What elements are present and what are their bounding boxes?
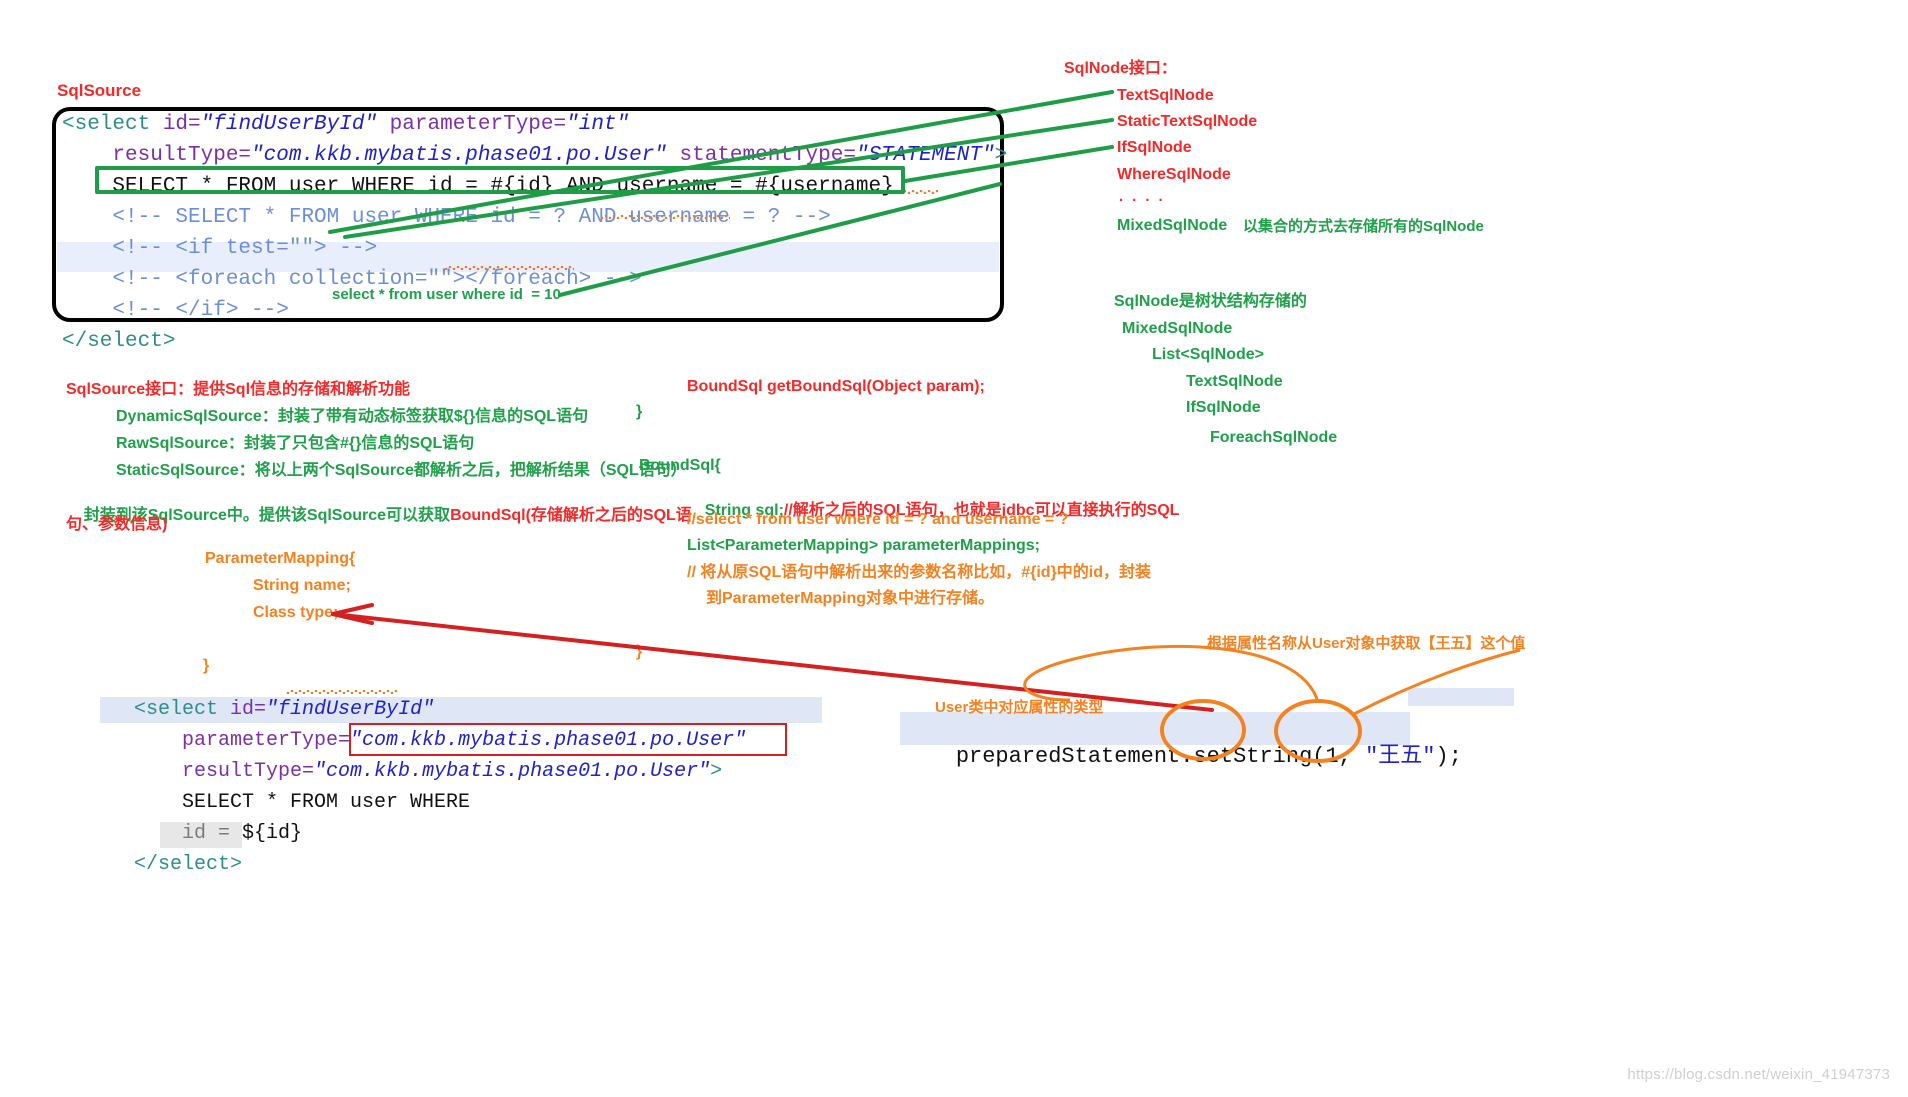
select-word-selection <box>160 822 242 848</box>
mixed-sqlnode-note: 以集合的方式去存储所有的SqlNode <box>1243 218 1484 235</box>
code-token: SELECT * FROM user WHERE id = #{id} AND … <box>62 175 894 198</box>
red-arrowhead <box>331 603 374 625</box>
tree-item-foreachsqlnode: ForeachSqlNode <box>1210 429 1338 446</box>
tree-item-textsqlnode: TextSqlNode <box>1186 373 1283 390</box>
sqlnode-item-ifsqlnode: IfSqlNode <box>1117 139 1192 156</box>
get-bound-sql-signature: BoundSql getBoundSql(Object param); <box>687 378 985 395</box>
code-token: parameterType= <box>377 113 567 136</box>
tree-item-list-sqlnode: List<SqlNode> <box>1152 346 1265 363</box>
sqlnode-tree-note: SqlNode是树状结构存储的 <box>1114 293 1307 310</box>
code-line: </select> <box>62 329 1007 360</box>
code-line: <select id="findUserById" parameterType=… <box>62 112 1007 143</box>
code-token: statementType= <box>666 144 856 167</box>
sqlnode-item-textsqlnode: TextSqlNode <box>1117 87 1214 104</box>
user-type-note: User类中对应属性的类型 <box>935 699 1104 716</box>
sqlnode-item-wheresqlnode: WhereSqlNode <box>1117 166 1231 183</box>
code-token: "int" <box>566 113 630 136</box>
preparedstatement-mid: (1, <box>1312 744 1366 770</box>
code-token: "com.kkb.mybatis.phase01.po.User" <box>251 144 667 167</box>
inline-green-note: select * from user where id = 10 <box>332 286 561 303</box>
boundsql-open-brace: BoundSql{ <box>639 457 721 474</box>
dynamic-sqlsource-note: DynamicSqlSource：封装了带有动态标签获取${}信息的SQL语句 <box>116 408 589 425</box>
parametermapping-field-name: String name; <box>253 577 351 594</box>
get-value-note: 根据属性名称从User对象中获取【王五】这个值 <box>1207 635 1526 652</box>
parametermapping-close: } <box>203 657 210 674</box>
code-token: > <box>994 144 1008 167</box>
boundsql-sample-sql-comment: //select * from user where id = ? and us… <box>687 511 1069 528</box>
raw-sqlsource-note: RawSqlSource：封装了只包含#{}信息的SQL语句 <box>116 435 475 452</box>
spellcheck-squiggle <box>559 190 735 194</box>
code-token: SELECT * FROM user WHERE <box>110 791 471 814</box>
code-line: resultType="com.kkb.mybatis.phase01.po.U… <box>62 143 1007 174</box>
diagram-canvas: SqlSource <select id="findUserById" para… <box>0 0 1908 1097</box>
boundsql-parammappings-comment-1: // 将从原SQL语句中解析出来的参数名称比如，#{id}中的id，封装 <box>687 564 1152 581</box>
preparedstatement-prefix: preparedStatement.set <box>955 744 1234 770</box>
code-token: </select> <box>110 853 243 876</box>
tree-item-mixedsqlnode: MixedSqlNode <box>1122 320 1233 337</box>
code-token: resultType= <box>62 144 252 167</box>
watermark: https://blog.csdn.net/weixin_41947373 <box>1627 1066 1890 1083</box>
orange-curve-to-get-value-note <box>1023 644 1320 703</box>
code-token: "findUserById" <box>266 698 435 721</box>
code-token: parameterType= <box>110 729 351 752</box>
code-token: <select <box>62 113 163 136</box>
code-token: > <box>710 760 723 783</box>
spellcheck-squiggle <box>600 215 730 219</box>
boundsql-parammappings-comment-2: 到ParameterMapping对象中进行存储。 <box>706 590 995 607</box>
preparedstatement-method: String <box>1233 744 1313 770</box>
code-line: SELECT * FROM user WHERE <box>110 791 746 822</box>
parametertype-highlight-box <box>349 723 787 756</box>
preparedstatement-value: "王五" <box>1365 744 1436 770</box>
parametermapping-field-type: Class type; <box>253 604 339 621</box>
preparedstatement-line: preparedStatement.setString(1, "王五"); <box>903 716 1462 798</box>
mixed-sqlnode-label: MixedSqlNode <box>1117 217 1228 234</box>
parametermapping-open: ParameterMapping{ <box>205 550 356 567</box>
code-token: "com.kkb.mybatis.phase01.po.User" <box>314 760 711 783</box>
sqlsource-interface-note: SqlSource接口：提供Sql信息的存储和解析功能 <box>66 381 411 398</box>
tree-item-ifsqlnode: IfSqlNode <box>1186 399 1261 416</box>
sql-source-label: SqlSource <box>57 81 142 100</box>
code-line: <!-- SELECT * FROM user WHERE id = ? AND… <box>62 205 1007 236</box>
red-arrow-classtype-to-setstring <box>331 612 1214 712</box>
spellcheck-squiggle <box>787 190 938 194</box>
sqlsource-close-brace: } <box>636 403 643 420</box>
code-token: <!-- </if> --> <box>62 299 289 322</box>
preparedstatement-suffix: ); <box>1435 744 1462 770</box>
code-token: </select> <box>62 330 176 353</box>
sqlnode-item-statictextsqlnode: StaticTextSqlNode <box>1117 113 1258 130</box>
static-sqlsource-note-line3: 句、参数信息) <box>66 516 168 533</box>
code-token: <!-- <if test=""> --> <box>62 237 378 260</box>
code-line: <!-- <if test=""> --> <box>62 236 1007 267</box>
sqlnode-interface-title: SqlNode接口： <box>1064 60 1177 77</box>
code-token: <select <box>110 698 231 721</box>
top-code-block: <select id="findUserById" parameterType=… <box>62 112 1007 360</box>
code-token: id= <box>162 113 201 136</box>
code-token: "findUserById" <box>200 113 378 136</box>
boundsql-close-brace: } <box>636 643 643 660</box>
static-sqlsource-note-line1: StaticSqlSource：将以上两个SqlSource都解析之后，把解析结… <box>116 462 687 479</box>
bottom-code-selection-strip <box>1408 688 1514 706</box>
code-token: resultType= <box>110 760 315 783</box>
spellcheck-squiggle <box>286 690 398 694</box>
boundsql-parammappings-decl: List<ParameterMapping> parameterMappings… <box>687 537 1040 554</box>
spellcheck-squiggle <box>444 266 574 270</box>
code-line: resultType="com.kkb.mybatis.phase01.po.U… <box>110 760 746 791</box>
sqlnode-ellipsis: · · · · <box>1119 192 1166 209</box>
static-sqlsource-note-line2-red: BoundSql(存储解析之后的SQL语 <box>450 507 692 525</box>
code-line: </select> <box>110 853 746 884</box>
code-token: id= <box>230 698 267 721</box>
code-token: "STATEMENT" <box>855 144 995 167</box>
